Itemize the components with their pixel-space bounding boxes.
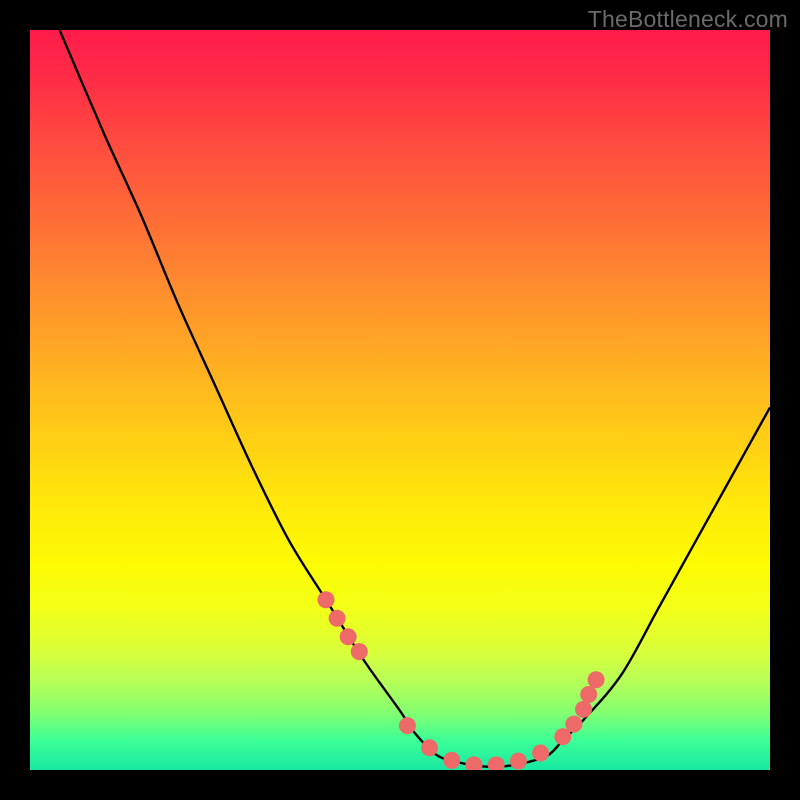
highlight-dot [443, 752, 460, 769]
highlight-dot [466, 756, 483, 770]
plot-area [30, 30, 770, 770]
highlight-dot [318, 591, 335, 608]
highlight-dot [588, 671, 605, 688]
highlight-dot [329, 610, 346, 627]
highlight-dot [399, 717, 416, 734]
highlight-dots [318, 591, 605, 770]
highlight-dot [565, 716, 582, 733]
highlight-dot [351, 643, 368, 660]
highlight-dot [421, 739, 438, 756]
highlight-dot [580, 686, 597, 703]
watermark-text: TheBottleneck.com [588, 6, 788, 33]
chart-svg [30, 30, 770, 770]
highlight-dot [340, 628, 357, 645]
highlight-dot [510, 753, 527, 770]
highlight-dot [488, 756, 505, 770]
bottleneck-curve [60, 30, 770, 767]
highlight-dot [532, 744, 549, 761]
highlight-dot [575, 701, 592, 718]
